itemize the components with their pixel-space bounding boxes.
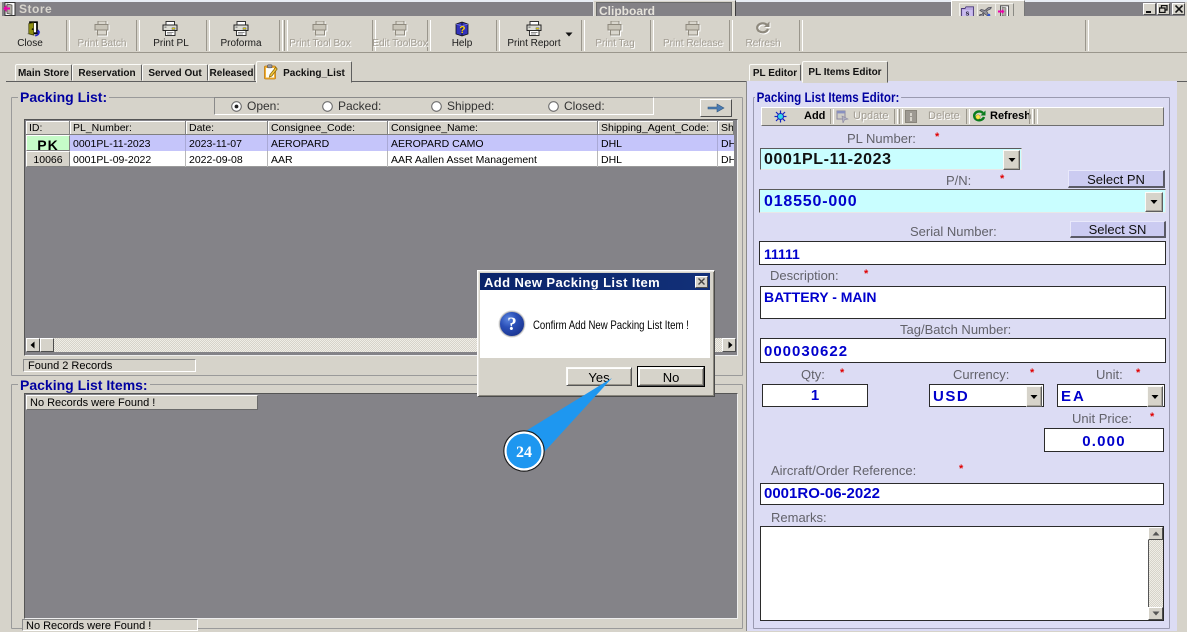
svg-text:?: ? <box>507 314 517 335</box>
svg-text:24: 24 <box>516 444 532 461</box>
svg-text:?: ? <box>459 25 465 36</box>
